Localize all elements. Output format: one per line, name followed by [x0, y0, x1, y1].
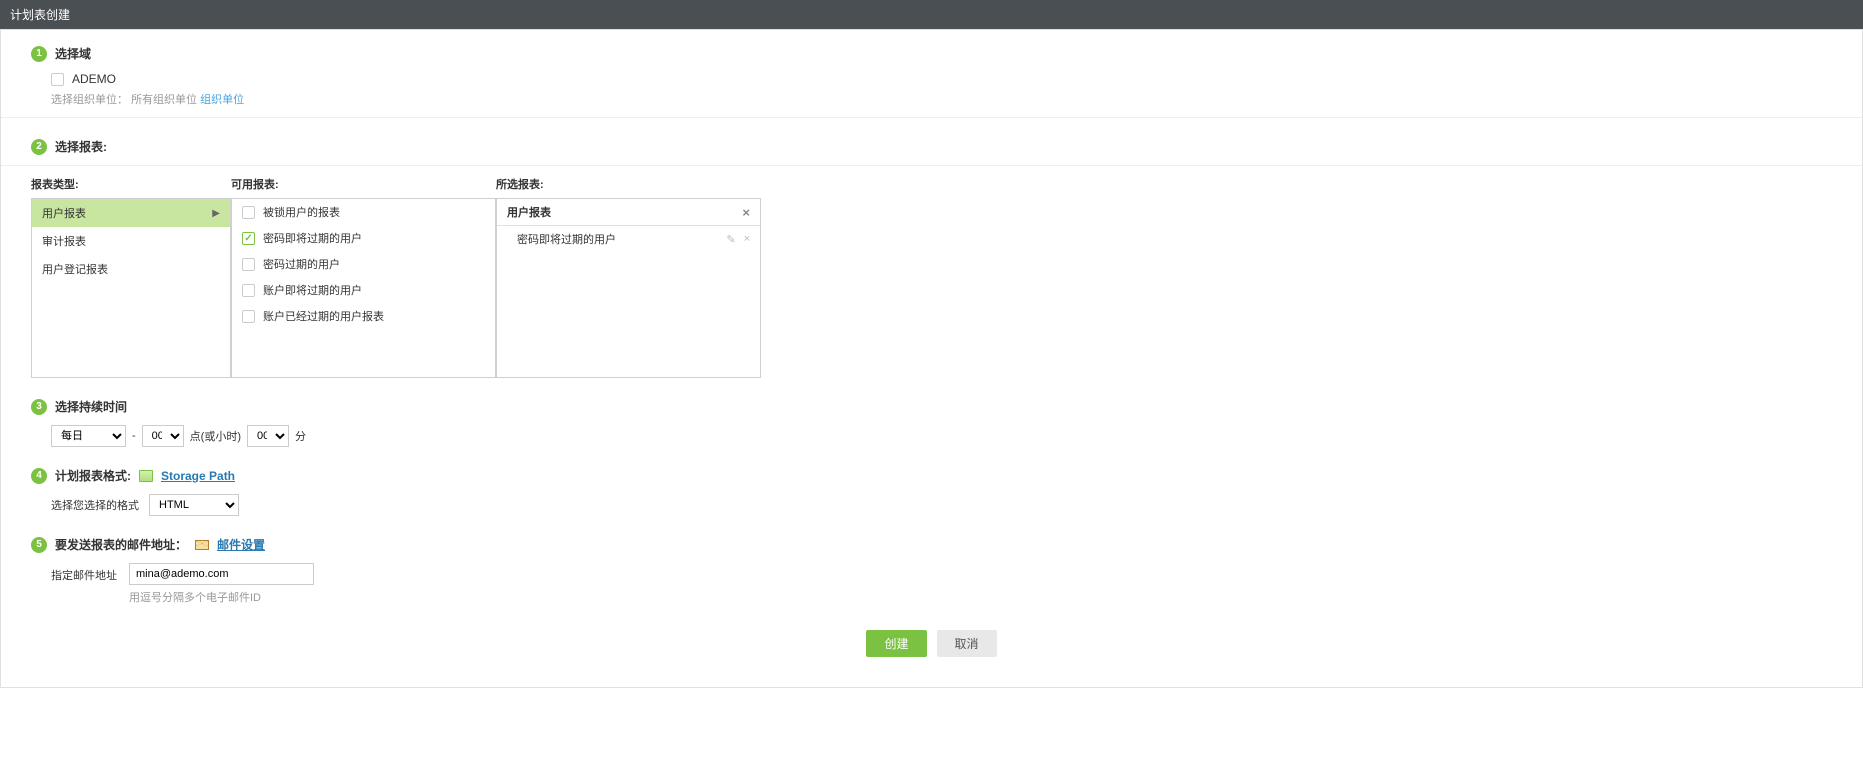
form-container: 1 选择域 ADEMO 选择组织单位： 所有组织单位 组织单位 2 选择报表: … — [0, 29, 1863, 688]
storage-path-link[interactable]: Storage Path — [161, 469, 235, 483]
domain-row: ADEMO — [51, 72, 1832, 86]
types-header: 报表类型: — [31, 172, 231, 198]
avail-header: 可用报表: — [231, 172, 496, 198]
avail-item[interactable]: 密码即将过期的用户 — [232, 225, 495, 251]
create-button[interactable]: 创建 — [866, 630, 926, 657]
report-checkbox[interactable] — [242, 258, 255, 271]
frequency-select[interactable]: 每日 — [51, 425, 126, 447]
divider — [1, 165, 1862, 166]
close-icon[interactable]: × — [742, 205, 750, 220]
step-badge-5: 5 — [31, 537, 47, 553]
step-3: 3 选择持续时间 每日 - 00 点(或小时) 00 分 — [1, 383, 1862, 452]
available-list: 被锁用户的报表 密码即将过期的用户 密码过期的用户 账户即将过期的用户 — [231, 198, 496, 378]
type-label: 用户登记报表 — [42, 261, 108, 277]
avail-item[interactable]: 被锁用户的报表 — [232, 199, 495, 225]
dash-label: - — [132, 430, 136, 442]
edit-icon[interactable]: ✎ — [726, 233, 735, 246]
report-checkbox[interactable] — [242, 310, 255, 323]
avail-label: 密码即将过期的用户 — [263, 230, 362, 246]
format-row: 选择您选择的格式 HTML — [51, 494, 1832, 516]
mail-settings-link[interactable]: 邮件设置 — [217, 536, 265, 553]
avail-label: 账户即将过期的用户 — [263, 282, 362, 298]
format-label: 选择您选择的格式 — [51, 497, 139, 513]
domain-checkbox[interactable] — [51, 73, 64, 86]
hour-label: 点(或小时) — [190, 428, 241, 444]
step-4-title: 计划报表格式: — [55, 467, 131, 484]
selected-reports-column: 所选报表: 用户报表 × 密码即将过期的用户 ✎ × — [496, 172, 761, 378]
step-3-header: 3 选择持续时间 — [31, 398, 1832, 415]
type-label: 用户报表 — [42, 205, 86, 221]
step-badge-2: 2 — [31, 139, 47, 155]
hour-select[interactable]: 00 — [142, 425, 184, 447]
sel-header: 所选报表: — [496, 172, 761, 198]
cancel-button[interactable]: 取消 — [937, 630, 997, 657]
avail-label: 被锁用户的报表 — [263, 204, 340, 220]
step-2-header: 2 选择报表: — [31, 138, 1832, 155]
avail-item[interactable]: 账户已经过期的用户报表 — [232, 303, 495, 329]
hint-prefix: 选择组织单位： — [51, 94, 128, 106]
available-reports-column: 可用报表: 被锁用户的报表 密码即将过期的用户 密码过期的用户 — [231, 172, 496, 378]
step-2: 2 选择报表: 报表类型: 用户报表 ▶ 审计报表 用户登记报表 — [1, 123, 1862, 383]
format-select[interactable]: HTML — [149, 494, 239, 516]
folder-icon — [139, 470, 153, 482]
step-badge-4: 4 — [31, 468, 47, 484]
selected-list: 用户报表 × 密码即将过期的用户 ✎ × — [496, 198, 761, 378]
report-types-column: 报表类型: 用户报表 ▶ 审计报表 用户登记报表 — [31, 172, 231, 378]
remove-icon[interactable]: × — [744, 233, 750, 246]
page-header: 计划表创建 — [0, 0, 1863, 29]
hint-text: 所有组织单位 — [131, 94, 197, 106]
chevron-right-icon: ▶ — [212, 208, 220, 219]
avail-label: 账户已经过期的用户报表 — [263, 308, 384, 324]
page-title: 计划表创建 — [10, 8, 70, 22]
report-checkbox[interactable] — [242, 284, 255, 297]
report-checkbox[interactable] — [242, 206, 255, 219]
step-2-title: 选择报表: — [55, 138, 107, 155]
step-badge-1: 1 — [31, 46, 47, 62]
step-5: 5 要发送报表的邮件地址： 邮件设置 指定邮件地址 用逗号分隔多个电子邮件ID — [1, 521, 1862, 610]
mail-icon — [195, 540, 209, 550]
types-list: 用户报表 ▶ 审计报表 用户登记报表 — [31, 198, 231, 378]
type-label: 审计报表 — [42, 233, 86, 249]
step-1: 1 选择域 ADEMO 选择组织单位： 所有组织单位 组织单位 — [1, 30, 1862, 112]
divider — [1, 117, 1862, 118]
type-item-audit[interactable]: 审计报表 — [32, 227, 230, 255]
type-item-reg[interactable]: 用户登记报表 — [32, 255, 230, 283]
minute-label: 分 — [295, 428, 306, 444]
step-4-header: 4 计划报表格式: Storage Path — [31, 467, 1832, 484]
email-label: 指定邮件地址 — [51, 563, 117, 583]
schedule-row: 每日 - 00 点(或小时) 00 分 — [51, 425, 1832, 447]
selected-item-label: 密码即将过期的用户 — [517, 231, 616, 247]
selected-item: 密码即将过期的用户 ✎ × — [497, 226, 760, 252]
org-unit-hint: 选择组织单位： 所有组织单位 组织单位 — [51, 91, 1832, 107]
avail-item[interactable]: 账户即将过期的用户 — [232, 277, 495, 303]
email-hint: 用逗号分隔多个电子邮件ID — [129, 589, 314, 605]
step-3-title: 选择持续时间 — [55, 398, 127, 415]
step-4: 4 计划报表格式: Storage Path 选择您选择的格式 HTML — [1, 452, 1862, 521]
step-1-title: 选择域 — [55, 45, 91, 62]
type-item-user[interactable]: 用户报表 ▶ — [32, 199, 230, 227]
selected-group-label: 用户报表 — [507, 204, 551, 220]
step-1-header: 1 选择域 — [31, 45, 1832, 62]
minute-select[interactable]: 00 — [247, 425, 289, 447]
email-input[interactable] — [129, 563, 314, 585]
selected-group-header: 用户报表 × — [497, 199, 760, 226]
step-5-title: 要发送报表的邮件地址： — [55, 536, 187, 553]
email-row: 指定邮件地址 用逗号分隔多个电子邮件ID — [51, 563, 1832, 605]
domain-label: ADEMO — [72, 72, 116, 86]
avail-item[interactable]: 密码过期的用户 — [232, 251, 495, 277]
report-checkbox[interactable] — [242, 232, 255, 245]
footer-buttons: 创建 取消 — [1, 610, 1862, 667]
org-unit-link[interactable]: 组织单位 — [200, 94, 244, 106]
step-badge-3: 3 — [31, 399, 47, 415]
avail-label: 密码过期的用户 — [263, 256, 340, 272]
step-5-header: 5 要发送报表的邮件地址： 邮件设置 — [31, 536, 1832, 553]
